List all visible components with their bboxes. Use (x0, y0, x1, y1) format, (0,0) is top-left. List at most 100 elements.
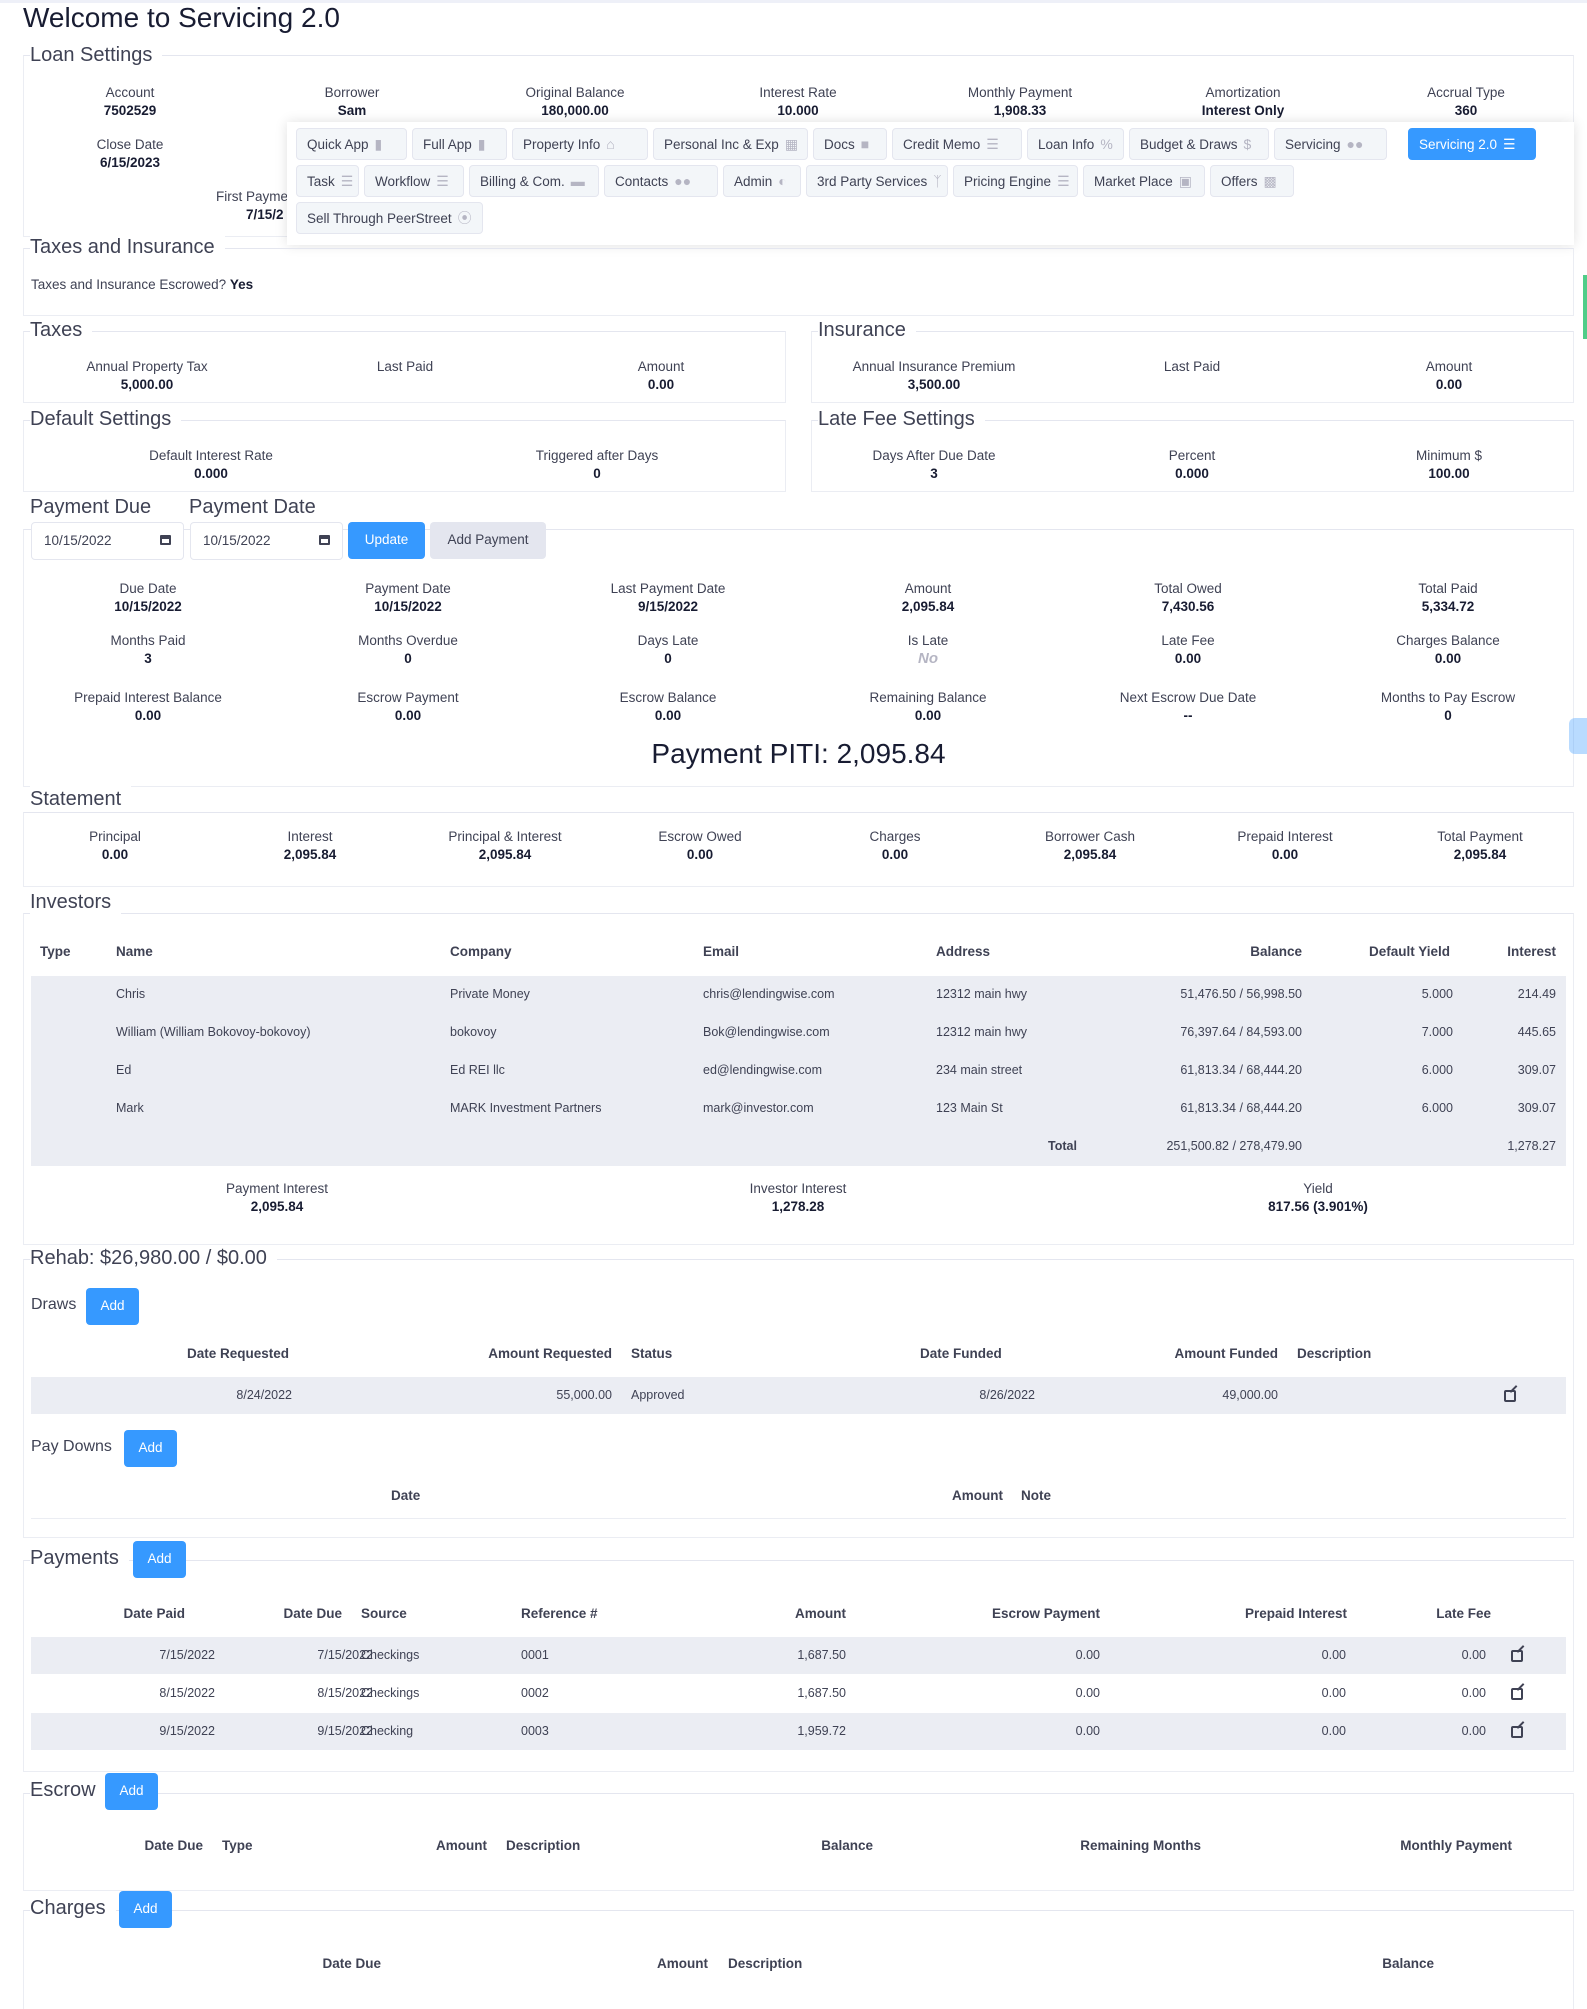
col-note: Note (1021, 1488, 1051, 1503)
col-date-due: Date Due (283, 1606, 342, 1621)
is-late-field: Is Late No (907, 633, 949, 667)
payment-date-field: Payment Date 10/15/2022 (365, 581, 451, 614)
col-date-requested: Date Requested (187, 1346, 290, 1361)
nav-3rd-party[interactable]: 3rd Party Services ᛉ (806, 165, 948, 197)
nav-personal-inc-exp[interactable]: Personal Inc & Exp ▦ (653, 128, 808, 160)
nav-sell-peerstreet[interactable]: Sell Through PeerStreet ⦿ (296, 202, 483, 234)
months-to-pay-escrow-field: Months to Pay Escrow 0 (1380, 690, 1516, 723)
add-paydown-button[interactable]: Add (124, 1430, 177, 1467)
payment-interest-field: Payment Interest 2,095.84 (225, 1181, 329, 1214)
col-type: Type (40, 944, 71, 959)
update-button[interactable]: Update (348, 522, 425, 559)
col-escrow-date-due: Date Due (144, 1838, 203, 1853)
taxes-insurance-title: Taxes and Insurance (30, 234, 225, 260)
draw-row: 8/24/2022 55,000.00 Approved 8/26/2022 4… (31, 1377, 1566, 1414)
months-paid-field: Months Paid 3 (110, 633, 186, 666)
nav-docs[interactable]: Docs ■ (813, 128, 887, 160)
col-escrow-description: Description (506, 1838, 581, 1853)
edit-icon[interactable] (1504, 1390, 1516, 1402)
nav-property-info[interactable]: Property Info ⌂ (512, 128, 648, 160)
account-field: Account 7502529 (103, 85, 157, 118)
nav-market-place[interactable]: Market Place ▣ (1083, 165, 1205, 197)
insurance-last-paid-field: Last Paid (1163, 359, 1221, 374)
late-fee-field: Late Fee 0.00 (1161, 633, 1215, 666)
side-panel-toggle[interactable] (1569, 718, 1587, 754)
table-row: Mark MARK Investment Partners mark@inves… (116, 1101, 1556, 1115)
escrow-payment-field: Escrow Payment 0.00 (357, 690, 459, 723)
nav-workflow[interactable]: Workflow ☰ (364, 165, 464, 197)
nav-budget-draws[interactable]: Budget & Draws $ (1129, 128, 1269, 160)
investor-interest-field: Investor Interest 1,278.28 (749, 1181, 847, 1214)
add-charge-button[interactable]: Add (119, 1891, 172, 1928)
escrow-balance-field: Escrow Balance 0.00 (619, 690, 717, 723)
col-source: Source (361, 1606, 407, 1621)
add-payment-button[interactable]: Add Payment (430, 522, 546, 559)
edit-icon[interactable] (1511, 1726, 1523, 1738)
taxes-last-paid-field: Last Paid (376, 359, 434, 374)
charges-title: Charges (30, 1895, 116, 1921)
nav-task[interactable]: Task ☰ (296, 165, 359, 197)
insurance-title: Insurance (818, 317, 916, 343)
scroll-indicator (1583, 275, 1587, 339)
payment-piti: Payment PITI: 2,095.84 (651, 738, 946, 769)
col-address: Address (936, 944, 991, 959)
col-name: Name (116, 944, 153, 959)
nav-pricing-engine[interactable]: Pricing Engine ☰ (953, 165, 1078, 197)
add-escrow-button[interactable]: Add (105, 1773, 158, 1810)
col-escrow-payment: Escrow Payment (991, 1606, 1100, 1621)
col-charge-description: Description (728, 1956, 803, 1971)
nav-admin[interactable]: Admin ◐ (723, 165, 801, 197)
total-paid-field: Total Paid 5,334.72 (1418, 581, 1478, 614)
handshake-icon: ●● (1346, 136, 1364, 152)
col-prepaid-interest: Prepaid Interest (1244, 1606, 1347, 1621)
edit-icon[interactable] (1511, 1688, 1523, 1700)
statement-principal-interest: Principal & Interest 2,095.84 (448, 829, 562, 862)
nav-quick-app[interactable]: Quick App ▮ (296, 128, 407, 160)
percent-icon: % (1100, 136, 1113, 152)
col-amount-funded: Amount Funded (1174, 1346, 1278, 1361)
insurance-amount-field: Amount 0.00 (1425, 359, 1473, 392)
payment-date-input[interactable]: 10/15/2022 (190, 522, 343, 560)
payment-due-input[interactable]: 10/15/2022 (31, 522, 184, 560)
add-payment-row-button[interactable]: Add (133, 1541, 186, 1578)
col-charge-amount: Amount (657, 1956, 708, 1971)
investors-title: Investors (30, 889, 122, 915)
add-draw-button[interactable]: Add (86, 1288, 139, 1325)
calendar-icon (319, 535, 330, 545)
statement-charges: Charges 0.00 (869, 829, 921, 862)
col-default-yield: Default Yield (1369, 944, 1451, 959)
table-row: Ed Ed REI llc ed@lendingwise.com 234 mai… (116, 1063, 1556, 1077)
col-email: Email (703, 944, 740, 959)
nav-loan-info[interactable]: Loan Info% (1027, 128, 1124, 160)
col-status: Status (631, 1346, 673, 1361)
edit-icon[interactable] (1511, 1650, 1523, 1662)
document-icon: ▮ (477, 136, 486, 152)
statement-interest: Interest 2,095.84 (283, 829, 337, 862)
payment-due-title: Payment Due (30, 494, 162, 520)
col-company: Company (450, 944, 512, 959)
nav-servicing-2[interactable]: Servicing 2.0 ☰ (1408, 128, 1536, 160)
payment-row: 8/15/2022 8/15/2022 Checkings 0002 1,687… (31, 1675, 1566, 1712)
col-escrow-amount: Amount (436, 1838, 487, 1853)
calendar-icon (160, 535, 171, 545)
col-escrow-type: Type (222, 1838, 253, 1853)
list-icon: ☰ (986, 136, 999, 152)
nav-servicing[interactable]: Servicing ●● (1274, 128, 1387, 160)
checklist-icon: ☰ (436, 173, 449, 189)
col-interest: Interest (1507, 944, 1556, 959)
first-payment-field: First Payme 7/15/2 (216, 189, 289, 222)
remaining-balance-field: Remaining Balance 0.00 (869, 690, 987, 723)
shield-icon: ◐ (778, 173, 787, 189)
col-description: Description (1297, 1346, 1372, 1361)
nav-contacts[interactable]: Contacts ●● (604, 165, 718, 197)
col-date-funded: Date Funded (920, 1346, 1002, 1361)
nav-full-app[interactable]: Full App ▮ (412, 128, 507, 160)
col-monthly-payment: Monthly Payment (1400, 1838, 1512, 1853)
nav-credit-memo[interactable]: Credit Memo ☰ (892, 128, 1022, 160)
close-date-field: Close Date 6/15/2023 (96, 137, 164, 170)
nav-offers[interactable]: Offers ▩ (1210, 165, 1294, 197)
statement-escrow-owed: Escrow Owed 0.00 (658, 829, 742, 862)
divider (31, 1518, 1566, 1519)
col-late-fee: Late Fee (1436, 1606, 1491, 1621)
nav-billing[interactable]: Billing & Com. ▬ (469, 165, 599, 197)
